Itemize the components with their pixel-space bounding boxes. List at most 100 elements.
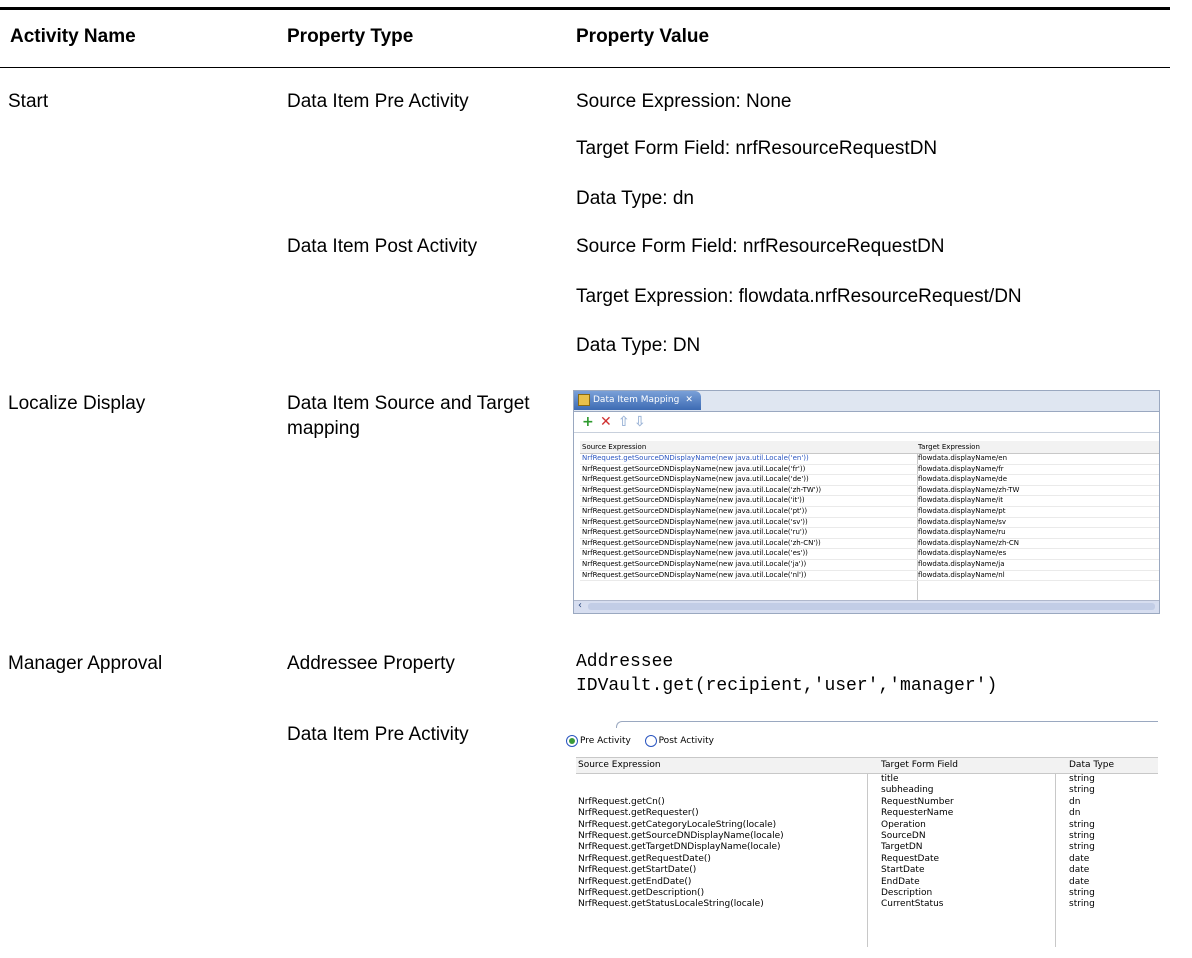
column-data-type[interactable]: Data Type: [1069, 760, 1114, 770]
table-row[interactable]: subheading string: [576, 785, 1158, 796]
top-rule: [0, 7, 1170, 10]
table-row[interactable]: NrfRequest.getCategoryLocaleString(local…: [576, 820, 1158, 831]
pre-activity-label: Pre Activity: [580, 736, 631, 746]
header-property-value: Property Value: [576, 26, 710, 47]
target-expression-cell: flowdata.displayName/en: [918, 454, 1008, 462]
target-form-field-cell: Description: [881, 887, 933, 898]
type-pre-activity-manager: Data Item Pre Activity: [287, 724, 469, 745]
pre-activity-table-header: Source Expression Target Form Field Data…: [576, 758, 1158, 774]
value-target-form-field: Target Form Field: nrfResourceRequestDN: [576, 138, 938, 159]
data-type-cell: date: [1069, 876, 1090, 887]
post-activity-label: Post Activity: [658, 736, 714, 746]
mapping-row[interactable]: NrfRequest.getSourceDNDisplayName(new ja…: [580, 465, 1159, 476]
mapping-row[interactable]: NrfRequest.getSourceDNDisplayName(new ja…: [580, 571, 1159, 582]
mapping-row[interactable]: NrfRequest.getSourceDNDisplayName(new ja…: [580, 539, 1159, 550]
target-expression-cell: flowdata.displayName/zh-CN: [918, 538, 1020, 547]
post-activity-radio[interactable]: [644, 734, 657, 747]
pre-activity-radio[interactable]: [566, 734, 578, 747]
mapping-row[interactable]: NrfRequest.getSourceDNDisplayName(new ja…: [580, 454, 1159, 465]
table-row[interactable]: NrfRequest.getEndDate() EndDate date: [576, 877, 1158, 888]
data-item-mapping-tab[interactable]: Data Item Mapping ✕: [574, 391, 701, 410]
target-expression-cell: flowdata.displayName/ru: [918, 528, 1006, 537]
column-source-expression[interactable]: Source Expression: [582, 443, 646, 451]
mapping-grid-header: Source Expression Target Expression: [580, 441, 1159, 454]
source-expression-cell: NrfRequest.getRequestDate(): [578, 853, 711, 864]
header-rule: [0, 67, 1170, 68]
source-expression-cell: NrfRequest.getSourceDNDisplayName(new ja…: [582, 496, 805, 505]
scrollbar-thumb[interactable]: [588, 603, 1155, 610]
horizontal-scrollbar[interactable]: ‹: [574, 600, 1159, 613]
table-row[interactable]: title string: [576, 774, 1158, 785]
mapping-row[interactable]: NrfRequest.getSourceDNDisplayName(new ja…: [580, 518, 1159, 529]
header-property-type: Property Type: [287, 26, 414, 47]
source-expression-cell: NrfRequest.getDescription(): [578, 887, 705, 898]
activity-localize-display: Localize Display: [8, 393, 146, 414]
column-source-expression[interactable]: Source Expression: [578, 760, 661, 770]
source-expression-cell: NrfRequest.getCategoryLocaleString(local…: [578, 819, 777, 830]
source-expression-cell: NrfRequest.getRequester(): [578, 808, 699, 819]
target-form-field-cell: CurrentStatus: [881, 899, 944, 910]
panel-edge: [616, 721, 1158, 728]
scroll-left-icon[interactable]: ‹: [578, 600, 582, 611]
data-type-cell: dn: [1069, 808, 1081, 819]
target-form-field-cell: EndDate: [881, 876, 920, 887]
column-target-expression[interactable]: Target Expression: [918, 443, 980, 451]
tab-label: Data Item Mapping: [593, 395, 680, 405]
column-target-form-field[interactable]: Target Form Field: [881, 760, 958, 770]
target-form-field-cell: StartDate: [881, 865, 925, 876]
table-row[interactable]: NrfRequest.getTargetDNDisplayName(locale…: [576, 842, 1158, 853]
activity-radio-group: Pre Activity Post Activity: [566, 733, 714, 749]
table-row[interactable]: NrfRequest.getRequestDate() RequestDate da…: [576, 854, 1158, 865]
plus-icon[interactable]: +: [582, 414, 594, 430]
close-icon[interactable]: ✕: [685, 395, 693, 405]
table-row[interactable]: NrfRequest.getRequester() RequesterName dn: [576, 808, 1158, 819]
activity-manager-approval: Manager Approval: [8, 653, 163, 674]
target-expression-cell: flowdata.displayName/fr: [918, 464, 1004, 473]
source-expression-cell: NrfRequest.getSourceDNDisplayName(locale…: [578, 830, 784, 841]
data-type-cell: string: [1069, 887, 1095, 898]
mapping-row[interactable]: NrfRequest.getSourceDNDisplayName(new ja…: [580, 486, 1159, 497]
value-source-form-field: Source Form Field: nrfResourceRequestDN: [576, 236, 945, 257]
addressee-expression: IDVault.get(recipient,'user','manager'): [576, 676, 998, 696]
table-row[interactable]: NrfRequest.getStartDate() StartDate date: [576, 865, 1158, 876]
data-type-cell: date: [1069, 853, 1090, 864]
source-expression-cell: NrfRequest.getSourceDNDisplayName(new ja…: [582, 506, 808, 515]
target-expression-cell: flowdata.displayName/ja: [918, 559, 1005, 568]
editor-tab-bar: Data Item Mapping ✕: [574, 391, 1159, 412]
x-icon[interactable]: ✕: [600, 414, 612, 430]
mapping-row[interactable]: NrfRequest.getSourceDNDisplayName(new ja…: [580, 496, 1159, 507]
table-row[interactable]: NrfRequest.getStatusLocaleString(locale)…: [576, 899, 1158, 910]
mapping-row[interactable]: NrfRequest.getSourceDNDisplayName(new ja…: [580, 549, 1159, 560]
data-type-cell: date: [1069, 865, 1090, 876]
table-row[interactable]: NrfRequest.getDescription() Description st…: [576, 888, 1158, 899]
data-type-cell: string: [1069, 785, 1095, 796]
type-addressee-property: Addressee Property: [287, 653, 455, 674]
type-source-target-mapping: Data Item Source and Target mapping: [287, 393, 530, 439]
source-expression-cell: NrfRequest.getSourceDNDisplayName(new ja…: [582, 570, 807, 579]
value-data-type-post: Data Type: DN: [576, 335, 701, 356]
value-target-expression: Target Expression: flowdata.nrfResourceR…: [576, 286, 1022, 307]
target-form-field-cell: RequestNumber: [881, 796, 954, 807]
target-form-field-cell: RequesterName: [881, 808, 954, 819]
arrow-up-icon[interactable]: ⇧: [618, 414, 630, 430]
value-source-expression: Source Expression: None: [576, 91, 792, 112]
source-expression-cell: NrfRequest.getSourceDNDisplayName(new ja…: [582, 559, 807, 568]
mapping-row[interactable]: NrfRequest.getSourceDNDisplayName(new ja…: [580, 475, 1159, 486]
arrow-down-icon[interactable]: ⇩: [634, 414, 646, 430]
mapping-row[interactable]: NrfRequest.getSourceDNDisplayName(new ja…: [580, 528, 1159, 539]
target-form-field-cell: Operation: [881, 819, 926, 830]
mapping-row[interactable]: NrfRequest.getSourceDNDisplayName(new ja…: [580, 560, 1159, 571]
table-row[interactable]: NrfRequest.getSourceDNDisplayName(locale…: [576, 831, 1158, 842]
source-expression-cell: NrfRequest.getTargetDNDisplayName(locale…: [578, 842, 781, 853]
target-expression-cell: flowdata.displayName/de: [918, 475, 1008, 484]
mapping-icon: [578, 393, 590, 406]
value-data-type: Data Type: dn: [576, 188, 694, 209]
type-post-activity: Data Item Post Activity: [287, 236, 478, 257]
source-expression-cell: NrfRequest.getSourceDNDisplayName(new ja…: [582, 549, 808, 558]
source-expression-cell: NrfRequest.getSourceDNDisplayName(new ja…: [582, 454, 809, 462]
mapping-row[interactable]: NrfRequest.getSourceDNDisplayName(new ja…: [580, 507, 1159, 518]
table-row[interactable]: NrfRequest.getCn() RequestNumber dn: [576, 797, 1158, 808]
data-type-cell: string: [1069, 842, 1095, 853]
target-form-field-cell: TargetDN: [881, 842, 923, 853]
source-expression-cell: NrfRequest.getStatusLocaleString(locale): [578, 899, 764, 910]
